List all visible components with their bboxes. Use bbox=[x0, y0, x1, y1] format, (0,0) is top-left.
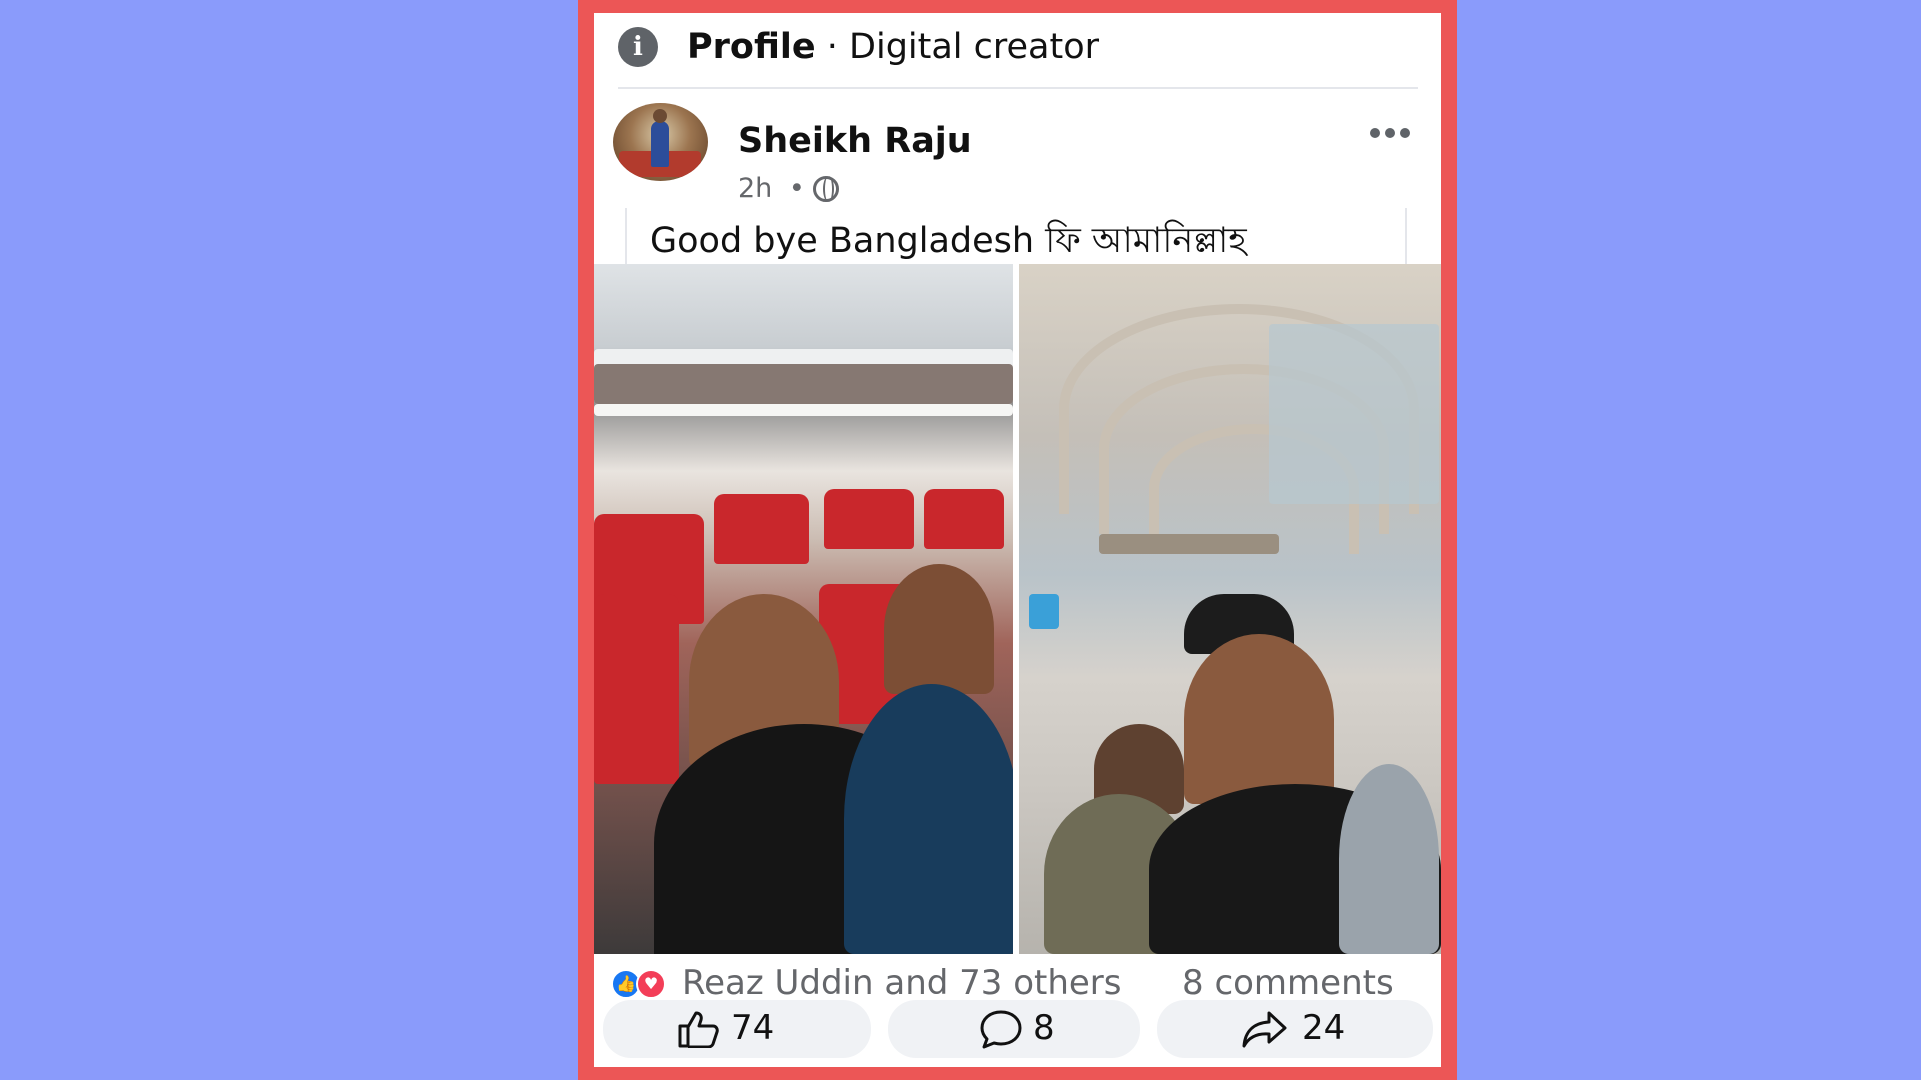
more-options-icon[interactable] bbox=[1370, 123, 1420, 138]
share-icon bbox=[1242, 1011, 1287, 1048]
share-button[interactable]: 24 bbox=[1157, 1000, 1433, 1058]
photo-airport-selfie[interactable] bbox=[1019, 264, 1441, 954]
thumb-up-icon bbox=[678, 1011, 719, 1048]
author-name[interactable]: Sheikh Raju bbox=[738, 121, 972, 161]
comment-count: 8 bbox=[1033, 1008, 1055, 1048]
comments-count[interactable]: 8 comments bbox=[1182, 963, 1394, 1003]
love-reaction-icon: ♥ bbox=[636, 969, 666, 999]
photo-airplane-selfie[interactable] bbox=[594, 264, 1013, 954]
info-icon[interactable]: i bbox=[618, 27, 658, 67]
post-time: 2h bbox=[738, 173, 773, 204]
page-title: Profile · Digital creator bbox=[687, 21, 1099, 73]
title-profile: Profile bbox=[687, 27, 816, 67]
divider bbox=[618, 87, 1418, 89]
post-meta: 2h • bbox=[738, 173, 805, 204]
globe-icon bbox=[813, 176, 839, 202]
comment-icon bbox=[980, 1010, 1022, 1049]
avatar[interactable] bbox=[613, 103, 708, 181]
like-count: 74 bbox=[731, 1008, 775, 1048]
reaction-names[interactable]: Reaz Uddin and 73 others bbox=[682, 963, 1122, 1003]
top-bar: i Profile · Digital creator bbox=[594, 13, 1441, 87]
meta-separator: • bbox=[788, 173, 805, 204]
like-button[interactable]: 74 bbox=[603, 1000, 871, 1058]
comment-button[interactable]: 8 bbox=[888, 1000, 1140, 1058]
title-subtitle: · Digital creator bbox=[815, 27, 1100, 67]
share-count: 24 bbox=[1302, 1008, 1346, 1048]
post-card: i Profile · Digital creator Sheikh Raju … bbox=[594, 13, 1441, 1067]
